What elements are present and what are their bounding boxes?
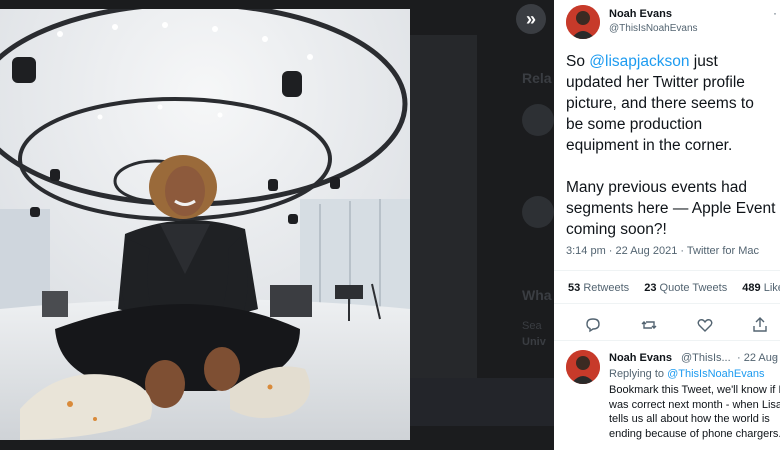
tweet-text-line: equipment in the corner. — [566, 137, 733, 154]
likes-stat[interactable]: 489 Like — [742, 282, 780, 294]
expand-panel-button[interactable]: » — [516, 4, 546, 34]
author-handle[interactable]: @ThisIsNoahEvans — [609, 23, 698, 34]
mention-link[interactable]: @lisapjackson — [589, 53, 689, 70]
tweet-panel: Noah Evans @ThisIsNoahEvans · So @lisapj… — [554, 0, 780, 450]
more-options-icon[interactable]: · — [773, 350, 777, 364]
tweet-text-segment: just — [689, 53, 718, 70]
tweet-actions — [554, 312, 780, 338]
reply-text-line: ending because of phone chargers. — [609, 427, 780, 440]
tweet-stats: 53 Retweets 23 Quote Tweets 489 Like — [568, 282, 780, 294]
reply-text-line: was correct next month - when Lisa — [609, 398, 780, 411]
reply-icon[interactable] — [584, 316, 602, 334]
retweets-stat[interactable]: 53 Retweets — [568, 282, 629, 294]
whats-happening-heading: Wha — [522, 287, 552, 303]
reply-author-handle[interactable]: @ThisIs... — [681, 352, 731, 364]
tweet-text-line: coming soon?! — [566, 221, 667, 238]
reply-text-line: tells us all about how the world is — [609, 413, 770, 425]
like-icon[interactable] — [696, 316, 714, 334]
trend-item: Univ — [522, 336, 546, 348]
avatar-image — [566, 5, 600, 39]
tweet-photo[interactable] — [0, 9, 410, 440]
photo-illustration — [0, 9, 410, 440]
background-strip — [410, 378, 554, 426]
reply-author-avatar[interactable] — [566, 350, 600, 384]
more-options-icon[interactable]: · — [773, 6, 777, 20]
related-avatar — [522, 196, 554, 228]
tweet-timestamp[interactable]: 3:14 pm · 22 Aug 2021 · Twitter for Mac — [566, 245, 759, 257]
related-heading: Rela — [522, 70, 552, 86]
share-icon[interactable] — [751, 316, 769, 334]
tweet-text-line: updated her Twitter profile — [566, 74, 745, 91]
reply-date[interactable]: · 22 Aug — [737, 352, 778, 364]
tweet-text: So @lisapjackson just updated her Twitte… — [566, 51, 780, 240]
tweet-text-spacer — [566, 156, 780, 177]
tweet-text-segment: So — [566, 53, 590, 70]
replying-to-link[interactable]: @ThisIsNoahEvans — [667, 368, 764, 380]
avatar-image — [566, 350, 600, 384]
reply-text: Bookmark this Tweet, we'll know if I was… — [609, 383, 780, 441]
tweet-text-line: segments here — Apple Event — [566, 200, 776, 217]
divider — [554, 303, 780, 304]
tweet-text-line: be some production — [566, 116, 703, 133]
reply-author-name[interactable]: Noah Evans — [609, 352, 672, 364]
chevron-double-right-icon: » — [525, 8, 536, 29]
background-page — [410, 35, 477, 405]
divider — [554, 340, 780, 341]
author-avatar[interactable] — [566, 5, 600, 39]
reply-text-line: Bookmark this Tweet, we'll know if I — [609, 384, 780, 396]
tweet-text-line: Many previous events had — [566, 179, 747, 196]
quote-tweets-stat[interactable]: 23 Quote Tweets — [644, 282, 727, 294]
author-name[interactable]: Noah Evans — [609, 8, 672, 20]
replying-to: Replying to @ThisIsNoahEvans — [609, 368, 765, 380]
retweet-icon[interactable] — [640, 316, 658, 334]
related-avatar — [522, 104, 554, 136]
tweet-text-line: picture, and there seems to — [566, 95, 754, 112]
trend-item: Sea — [522, 320, 542, 332]
divider — [554, 270, 780, 271]
